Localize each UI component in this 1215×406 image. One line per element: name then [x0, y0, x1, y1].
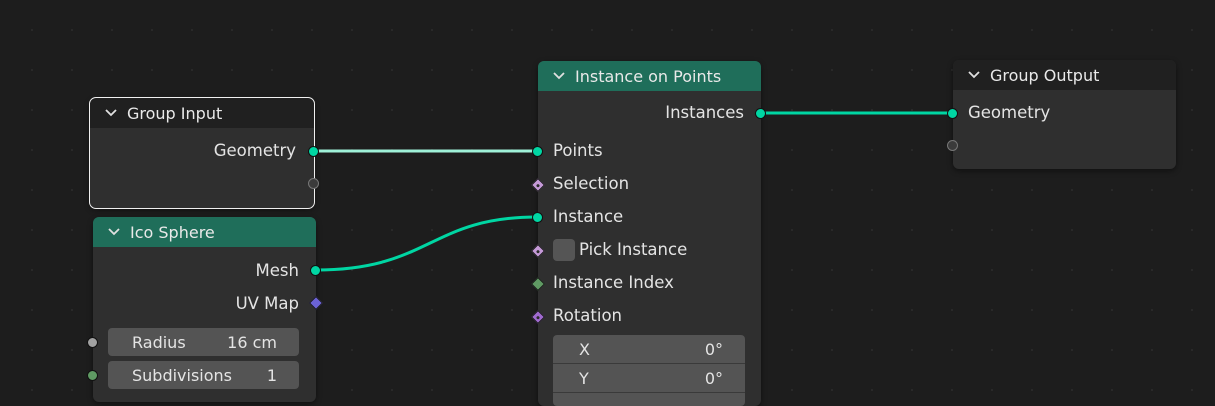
instance-input-socket[interactable] [532, 212, 543, 223]
instance-on-points-header[interactable]: Instance on Points [538, 61, 761, 91]
pick-instance-checkbox[interactable] [553, 239, 575, 261]
group-output-empty-socket[interactable] [947, 140, 958, 151]
rotation-vector-field[interactable]: X 0° Y 0° [553, 335, 745, 406]
points-input-socket[interactable] [532, 146, 543, 157]
ico-sphere-node[interactable]: Ico Sphere Mesh UV Map Radius 16 cm Subd… [93, 217, 316, 402]
subdivisions-input-socket[interactable] [87, 370, 98, 381]
rotation-y-value: 0° [704, 368, 723, 388]
node-title: Ico Sphere [130, 222, 215, 242]
output-label-instances: Instances [665, 103, 744, 122]
group-input-empty-socket[interactable] [308, 178, 319, 189]
chevron-down-icon[interactable] [104, 106, 118, 120]
subdivisions-field[interactable]: Subdivisions 1 [108, 361, 299, 389]
input-label-selection: Selection [553, 174, 630, 193]
ico-sphere-header[interactable]: Ico Sphere [93, 217, 316, 247]
rotation-y-label: Y [579, 368, 589, 388]
node-title: Group Input [127, 103, 223, 123]
radius-input-socket[interactable] [87, 337, 98, 348]
group-input-header[interactable]: Group Input [90, 98, 314, 128]
instance-on-points-node[interactable]: Instance on Points Instances Points Sele… [538, 61, 761, 406]
ico-sphere-mesh-socket[interactable] [310, 265, 321, 276]
radius-field[interactable]: Radius 16 cm [108, 328, 299, 356]
rotation-x-label: X [579, 339, 590, 359]
chevron-down-icon[interactable] [552, 69, 566, 83]
input-label-rotation: Rotation [553, 306, 623, 325]
subdivisions-label: Subdivisions [132, 365, 233, 385]
group-input-node[interactable]: Group Input Geometry [89, 97, 315, 209]
rotation-y-field[interactable]: Y 0° [553, 364, 745, 393]
chevron-down-icon[interactable] [967, 68, 981, 82]
input-label-geometry: Geometry [968, 103, 1051, 122]
group-input-geometry-socket[interactable] [308, 146, 319, 157]
input-label-instance: Instance [553, 207, 624, 226]
node-title: Instance on Points [575, 66, 722, 86]
input-label-points: Points [553, 141, 603, 160]
output-label-uv-map: UV Map [235, 294, 299, 313]
radius-label: Radius [132, 332, 186, 352]
output-label-geometry: Geometry [213, 141, 296, 160]
group-output-node[interactable]: Group Output Geometry [953, 60, 1176, 169]
input-label-instance-index: Instance Index [553, 273, 674, 292]
rotation-x-field[interactable]: X 0° [553, 335, 745, 364]
group-output-geometry-socket[interactable] [947, 108, 958, 119]
chevron-down-icon[interactable] [107, 225, 121, 239]
node-title: Group Output [990, 65, 1100, 85]
instances-output-socket[interactable] [755, 108, 766, 119]
input-label-pick-instance: Pick Instance [579, 240, 688, 259]
output-label-mesh: Mesh [255, 261, 299, 280]
radius-value: 16 cm [227, 332, 277, 352]
rotation-x-value: 0° [704, 339, 723, 359]
group-output-header[interactable]: Group Output [953, 60, 1176, 90]
subdivisions-value: 1 [266, 365, 277, 385]
